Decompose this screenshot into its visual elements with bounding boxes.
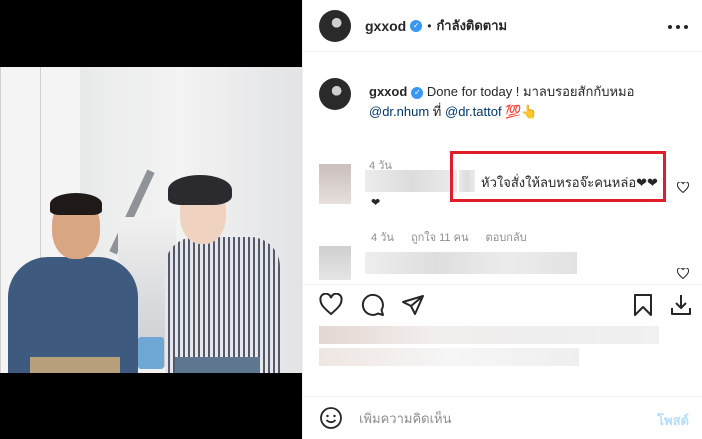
mention-link[interactable]: @dr.nhum [369, 104, 429, 119]
comment-like-icon[interactable] [676, 181, 690, 196]
more-options-icon[interactable] [667, 14, 689, 35]
machine-screen [138, 337, 164, 369]
header-username[interactable]: gxxod [365, 18, 406, 34]
blurred-likes-row [319, 326, 659, 344]
blurred-avatar [319, 164, 351, 204]
post-detail-pane: gxxod ✓ • กำลังติดตาม gxxod ✓ Done for to… [302, 0, 702, 439]
blurred-avatar [319, 246, 351, 280]
comment-bubble-icon[interactable] [361, 293, 385, 317]
caption-username[interactable]: gxxod [369, 84, 407, 99]
likes-summary-blurred [319, 324, 659, 370]
heart-outline-icon[interactable] [319, 292, 343, 317]
caption-body: Done for today ! มาลบรอยสักกับหมอ [426, 84, 635, 99]
comment-item: หัวใจสั่งให้ลบหรอจ๊ะคนหล่อ❤❤ ❤ 4 วัน ถูก… [319, 164, 690, 246]
verified-badge-icon: ✓ [410, 19, 423, 32]
comment-item [319, 246, 690, 284]
blurred-username [365, 170, 457, 192]
post-actions-bar [303, 284, 702, 324]
blurred-text [459, 170, 475, 192]
person-right-hair [168, 175, 232, 205]
post-photo-pane [0, 0, 302, 439]
download-icon[interactable] [669, 293, 693, 317]
comment-timestamp[interactable]: 4 วัน [371, 232, 394, 244]
person-right-jeans [175, 357, 260, 373]
comment-text: หัวใจสั่งให้ลบหรอจ๊ะคนหล่อ❤❤ [481, 175, 658, 190]
post-header: gxxod ✓ • กำลังติดตาม [303, 0, 702, 52]
person-right-shirt [165, 237, 280, 373]
comment-meta: 4 วัน ถูกใจ 11 คน ตอบกลับ [371, 228, 541, 246]
comment-text-wrap: ❤ [371, 197, 381, 209]
person-left-hair [50, 193, 102, 215]
comment-like-icon[interactable] [676, 267, 690, 282]
caption-joiner: ที่ [432, 104, 442, 119]
add-comment-bar: โพสต์ [303, 396, 702, 439]
comment-like-count[interactable]: ถูกใจ 11 คน [411, 232, 469, 244]
blurred-likes-row [319, 348, 579, 366]
person-left-pants [30, 357, 120, 373]
post-comment-button[interactable]: โพสต์ [657, 410, 689, 431]
comments-section[interactable]: gxxod ✓ Done for today ! มาลบรอยสักกับหมอ… [303, 52, 702, 284]
comment-input[interactable] [359, 410, 649, 426]
mention-link[interactable]: @dr.tattof [445, 104, 502, 119]
blurred-comment [365, 252, 577, 274]
paper-plane-icon[interactable] [401, 293, 425, 317]
verified-badge-icon: ✓ [411, 86, 424, 99]
caption-text: gxxod ✓ Done for today ! มาลบรอยสักกับหมอ… [369, 82, 699, 122]
reply-button[interactable]: ตอบกลับ [486, 232, 527, 244]
person-left-shirt [8, 257, 138, 373]
avatar[interactable] [319, 9, 351, 42]
caption-emojis: 💯👆 [505, 104, 538, 119]
caption-avatar[interactable] [319, 78, 351, 110]
bookmark-icon[interactable] [631, 293, 655, 317]
following-button[interactable]: กำลังติดตาม [436, 15, 507, 36]
post-photo[interactable] [0, 67, 302, 373]
header-separator: • [427, 18, 432, 33]
smiley-icon[interactable] [319, 406, 343, 430]
